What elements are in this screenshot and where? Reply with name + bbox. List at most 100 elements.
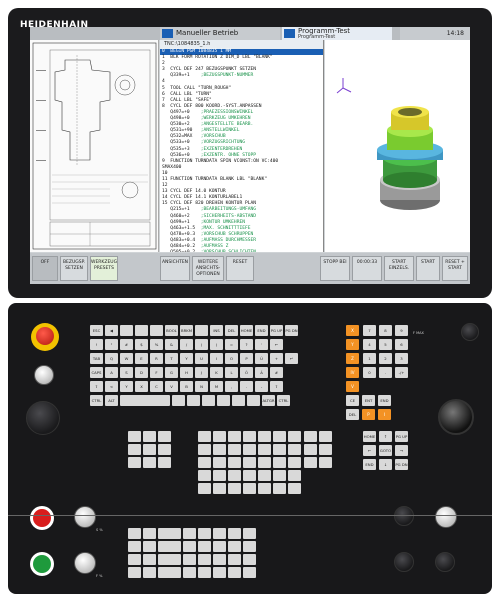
key-row1-13[interactable]: PG DN	[285, 325, 298, 336]
machine-key-80[interactable]	[168, 567, 181, 578]
aux-knob-1[interactable]	[394, 506, 414, 526]
key-row1-12[interactable]: PG UP	[270, 325, 283, 336]
nav-key-0[interactable]: HOME	[363, 431, 376, 442]
key-row1-8[interactable]: INS	[210, 325, 223, 336]
softkey-bezugspunkt-setzen[interactable]: BEZUGSP. SETZEN	[60, 256, 88, 281]
key-row1-9[interactable]: DEL	[225, 325, 238, 336]
softkey-werkzeug-presets[interactable]: WERKZEUG PRESETS	[90, 256, 118, 281]
axis-key-iv[interactable]: IV	[346, 367, 359, 378]
key-row4-5[interactable]: G	[165, 367, 178, 378]
machine-key-79[interactable]	[243, 554, 256, 565]
softkey-start[interactable]: START	[416, 256, 440, 281]
machine-key-4[interactable]	[143, 444, 156, 455]
softkey-reset[interactable]: RESET	[226, 256, 254, 281]
machine-key-3[interactable]	[128, 444, 141, 455]
machine-key-14[interactable]	[213, 444, 226, 455]
key-row1-6[interactable]: BRKM	[180, 325, 193, 336]
machine-key-19[interactable]	[228, 457, 241, 468]
machine-key-13[interactable]	[198, 444, 211, 455]
machine-key-67[interactable]	[243, 528, 256, 539]
machine-key-70[interactable]	[198, 541, 211, 552]
machine-key-42[interactable]	[273, 483, 286, 494]
function-key-0[interactable]: CE	[346, 395, 359, 406]
machine-key-32[interactable]	[258, 444, 271, 455]
nav-key-1[interactable]: ↑	[379, 431, 392, 442]
machine-key-54[interactable]	[143, 541, 156, 552]
machine-key-33[interactable]	[273, 444, 286, 455]
trackball[interactable]	[438, 399, 474, 435]
machine-key-78[interactable]	[228, 554, 241, 565]
key-row2-11[interactable]: '	[255, 339, 268, 350]
key-row3-6[interactable]: Y	[180, 353, 193, 364]
key-row2-2[interactable]: #	[120, 339, 133, 350]
machine-key-66[interactable]	[228, 528, 241, 539]
key-row1-5[interactable]: BOOL	[165, 325, 178, 336]
softkey-start-einzelsatz[interactable]: START EINZELS.	[384, 256, 414, 281]
key-row5-10[interactable]: .	[240, 381, 253, 392]
key-row3-4[interactable]: R	[150, 353, 163, 364]
numpad-key-8[interactable]: 3	[395, 353, 408, 364]
key-row4-3[interactable]: D	[135, 367, 148, 378]
machine-key-71[interactable]	[213, 541, 226, 552]
key-row6-7[interactable]	[232, 395, 245, 406]
key-row3-0[interactable]: TAB	[90, 353, 103, 364]
numpad-key-0[interactable]: 7	[363, 325, 376, 336]
machine-key-77[interactable]	[213, 554, 226, 565]
nav-key-7[interactable]: ↓	[379, 459, 392, 470]
nav-key-2[interactable]: PG UP	[395, 431, 408, 442]
machine-key-40[interactable]	[288, 470, 301, 481]
key-row2-0[interactable]: !	[90, 339, 103, 350]
key-row1-0[interactable]: ESC	[90, 325, 103, 336]
numpad-key-4[interactable]: 5	[379, 339, 392, 350]
machine-key-64[interactable]	[198, 528, 211, 539]
machine-key-45[interactable]	[319, 431, 332, 442]
machine-key-43[interactable]	[288, 483, 301, 494]
axis-key-x[interactable]: X	[346, 325, 359, 336]
key-row6-8[interactable]	[247, 395, 260, 406]
key-row3-2[interactable]: W	[120, 353, 133, 364]
key-row3-9[interactable]: O	[225, 353, 238, 364]
numpad-key-11[interactable]: -/+	[395, 367, 408, 378]
machine-key-46[interactable]	[304, 444, 317, 455]
numpad-key-2[interactable]: 9	[395, 325, 408, 336]
key-row2-4[interactable]: %	[150, 339, 163, 350]
key-row6-2[interactable]	[120, 395, 170, 406]
key-row2-10[interactable]: ?	[240, 339, 253, 350]
axis-key-v[interactable]: V	[346, 381, 359, 392]
key-row6-5[interactable]	[202, 395, 215, 406]
key-row5-9[interactable]: ,	[225, 381, 238, 392]
machine-key-20[interactable]	[243, 457, 256, 468]
key-row3-1[interactable]: Q	[105, 353, 118, 364]
numpad-key-1[interactable]: 8	[379, 325, 392, 336]
machine-key-21[interactable]	[198, 470, 211, 481]
softkey-ansichten[interactable]: ANSICHTEN	[160, 256, 190, 281]
machine-key-30[interactable]	[273, 431, 286, 442]
key-row4-6[interactable]: H	[180, 367, 193, 378]
key-row2-8[interactable]: )	[210, 339, 223, 350]
key-row5-0[interactable]: ⇧	[90, 381, 103, 392]
machine-key-24[interactable]	[243, 470, 256, 481]
machine-key-17[interactable]	[198, 457, 211, 468]
machine-key-37[interactable]	[288, 457, 301, 468]
key-row3-3[interactable]: E	[135, 353, 148, 364]
numpad-key-6[interactable]: 1	[363, 353, 376, 364]
key-row5-12[interactable]: ⇧	[270, 381, 283, 392]
machine-key-34[interactable]	[288, 444, 301, 455]
key-row6-4[interactable]	[187, 395, 200, 406]
machine-key-72[interactable]	[228, 541, 241, 552]
key-row4-4[interactable]: F	[150, 367, 163, 378]
key-row5-4[interactable]: C	[150, 381, 163, 392]
nav-key-8[interactable]: PG DN	[395, 459, 408, 470]
key-row5-8[interactable]: M	[210, 381, 223, 392]
key-row2-7[interactable]: (	[195, 339, 208, 350]
machine-key-44[interactable]	[304, 431, 317, 442]
machine-key-7[interactable]	[143, 457, 156, 468]
aux-knob-3[interactable]	[435, 552, 455, 572]
key-row4-11[interactable]: Ä	[255, 367, 268, 378]
machine-key-25[interactable]	[198, 483, 211, 494]
machine-key-53[interactable]	[128, 541, 141, 552]
machine-key-47[interactable]	[319, 444, 332, 455]
key-row4-7[interactable]: J	[195, 367, 208, 378]
machine-key-9[interactable]	[198, 431, 211, 442]
machine-key-31[interactable]	[288, 431, 301, 442]
